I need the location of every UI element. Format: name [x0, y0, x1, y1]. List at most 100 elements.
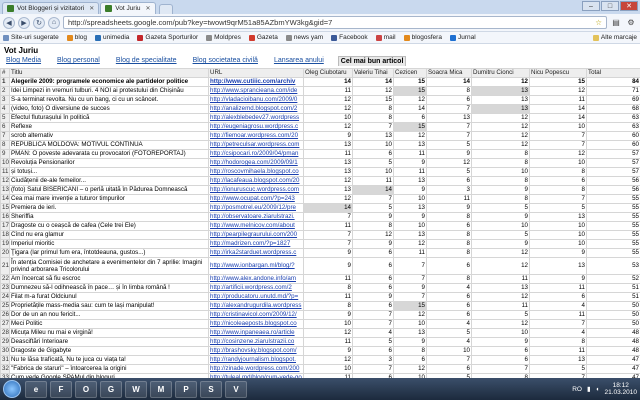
url-link[interactable]: http://petreculsar.wordpress.com — [208, 140, 304, 150]
url-link[interactable]: http://artificii.wordpress.com/2 — [208, 283, 304, 293]
sheet-tab[interactable]: Blog de specialitate — [114, 56, 179, 66]
taskbar-app-icon[interactable]: S — [200, 380, 222, 398]
maximize-icon[interactable]: □ — [601, 1, 619, 11]
url-link[interactable]: http://analizemd.blogspot.com/2 — [208, 104, 304, 114]
clock[interactable]: 18:12 21.03.2010 — [604, 382, 637, 396]
bookmark-item[interactable]: Moldpres — [206, 34, 241, 41]
close-tab-icon[interactable]: ✕ — [146, 5, 151, 12]
url-link[interactable]: http://www.inpaneaea.ro/article — [208, 328, 304, 338]
bookmark-item[interactable]: news yam — [285, 34, 323, 41]
minimize-icon[interactable]: – — [582, 1, 600, 11]
sheet-tab[interactable]: Blog personal — [55, 56, 102, 66]
sheet-tab[interactable]: Lansarea anului — [272, 56, 326, 66]
score-cell: 10 — [393, 319, 427, 329]
table-row: 14 Cea mai mare invenție a tuturor timpur… — [0, 194, 640, 204]
taskbar-app-icon[interactable]: G — [100, 380, 122, 398]
bookmark-item[interactable]: Gazeta Sporturilor — [137, 34, 198, 41]
bookmark-item[interactable]: mail — [375, 34, 396, 41]
url-link[interactable]: http://irka2starduet.wordpress.c — [208, 248, 304, 258]
language-indicator[interactable]: RO — [572, 386, 582, 393]
reload-icon[interactable]: ↻ — [33, 16, 45, 29]
bookmark-star-icon[interactable]: ☆ — [595, 18, 602, 27]
bookmark-item[interactable]: Facebook — [331, 34, 368, 41]
url-link[interactable]: http://madrizen.com/?p=1827 — [208, 239, 304, 249]
home-icon[interactable]: ⌂ — [48, 16, 60, 29]
sheet-tab[interactable]: Blog societatea civilă — [191, 56, 260, 66]
url-link[interactable]: http://ionuruscuc.wordpress.com — [208, 185, 304, 195]
sheet-tab[interactable]: Cel mai bun articol — [337, 56, 407, 66]
back-arrow-icon[interactable]: ◀ — [3, 16, 15, 29]
start-button[interactable] — [3, 380, 21, 398]
gazeta-icon — [137, 34, 144, 41]
taskbar-app-icon[interactable]: F — [50, 380, 72, 398]
url-link[interactable]: http://roscovmihaela.blogspot.co — [208, 167, 304, 177]
facebook-icon — [331, 34, 338, 41]
close-tab-icon[interactable]: ✕ — [89, 5, 94, 12]
url-link[interactable]: http://www.cutiiic.com/archiv — [208, 77, 304, 87]
taskbar-app-icon[interactable]: P — [175, 380, 197, 398]
url-link[interactable]: http://lacafeaua.blogspot.com/20 — [208, 176, 304, 186]
url-link[interactable]: http://hodorogea.com/2009/09/1 — [208, 158, 304, 168]
url-link[interactable]: http://observatoare.ziarulstrazi. — [208, 212, 304, 222]
score-cell: 6 — [426, 310, 472, 320]
score-cell: 8 — [529, 185, 587, 195]
score-cell: 12 — [303, 328, 353, 338]
volume-icon[interactable]: ◖ — [596, 386, 600, 393]
forward-arrow-icon[interactable]: ▶ — [18, 16, 30, 29]
column-header: # — [0, 68, 10, 78]
title-cell: Reflexe — [9, 122, 209, 132]
score-cell: 7 — [426, 104, 472, 114]
url-link[interactable]: http://www.ionbargan.ml/blog/? — [208, 257, 304, 275]
page-menu-icon[interactable]: ▤ — [610, 17, 622, 29]
url-link[interactable]: http://producatoru.unutd.md/?p= — [208, 292, 304, 302]
url-link[interactable]: http://www.melnicov.com/about — [208, 221, 304, 231]
score-cell: 5 — [426, 140, 472, 150]
score-cell: 7 — [393, 257, 427, 275]
url-link[interactable]: http://posmotrel.eu/2009/12/pre — [208, 203, 304, 213]
url-link[interactable]: http://nicoleaeposts.blogspot.co — [208, 319, 304, 329]
url-link[interactable]: http://alexandrugurdila.wordpress — [208, 301, 304, 311]
url-link[interactable]: http://alexblebedev27.wordpress — [208, 113, 304, 123]
bookmark-item[interactable]: Gazeta — [248, 34, 278, 41]
sheet-tab[interactable]: Blog Media — [4, 56, 43, 66]
score-cell: 6 — [393, 113, 427, 123]
close-window-icon[interactable]: ✕ — [620, 1, 638, 11]
url-link[interactable]: http://www.alex.andone.info/am — [208, 274, 304, 284]
taskbar-app-icon[interactable]: W — [125, 380, 147, 398]
url-link[interactable]: http://zinade.wordpress.com/200 — [208, 364, 304, 374]
url-link[interactable]: http://brashovsky.blogspot.com/ — [208, 346, 304, 356]
url-link[interactable]: http://eugeniagrosu.wordpress.c — [208, 122, 304, 132]
browser-tab-title: Vot Bloggeri și vizitatori — [17, 5, 85, 12]
wrench-icon[interactable]: ⚙ — [625, 17, 637, 29]
table-row: 27 Meci Politic http://nicoleaeposts.blogs… — [0, 319, 640, 329]
url-link[interactable]: http://cosinzene.ziarulstrazii.co — [208, 337, 304, 347]
taskbar-app-icon[interactable]: e — [25, 380, 47, 398]
score-cell: 9 — [471, 337, 530, 347]
network-icon[interactable]: ▮ — [587, 385, 591, 393]
bookmark-item[interactable]: Jurnal — [449, 34, 476, 41]
url-link[interactable]: http://pearpilegraurului.com/200 — [208, 230, 304, 240]
url-link[interactable]: http://fiemoar.wordpress.com/20 — [208, 131, 304, 141]
taskbar-app-icon[interactable]: M — [150, 380, 172, 398]
url-link[interactable]: http://www.sprancieana.com/ide — [208, 86, 304, 96]
taskbar-app-icon[interactable]: O — [75, 380, 97, 398]
row-number: 30 — [0, 346, 10, 356]
taskbar-app-icon[interactable]: V — [225, 380, 247, 398]
table-row: 11 și totuși... http://roscovmihaela.blogs… — [0, 167, 640, 177]
browser-tab-1[interactable]: Vot Bloggeri și vizitatori ✕ — [2, 2, 100, 14]
address-bar[interactable]: http://spreadsheets.google.com/pub?key=t… — [63, 16, 607, 29]
url-link[interactable]: http://cristinavicol.com/2009/12/ — [208, 310, 304, 320]
other-bookmarks[interactable]: Alte marcaje — [592, 34, 637, 41]
url-link[interactable]: http://www.ocupat.com/?p=243 — [208, 194, 304, 204]
bookmark-item[interactable]: blog — [66, 34, 87, 41]
url-link[interactable]: http://vladacioibanu.com/2009/0 — [208, 95, 304, 105]
score-cell: 15 — [352, 95, 394, 105]
url-link[interactable]: http://randyjournalism.blogspot. — [208, 355, 304, 365]
url-link[interactable]: http://csipocari.ro/2009/04/pman — [208, 149, 304, 159]
bookmark-item[interactable]: unimedia — [95, 34, 129, 41]
bookmark-item[interactable]: Site-uri sugerate — [3, 34, 59, 41]
browser-tab-2[interactable]: Vot Juriu ✕ — [100, 2, 156, 14]
score-cell: 10 — [471, 167, 530, 177]
new-tab-button[interactable] — [158, 4, 173, 14]
bookmark-item[interactable]: blogosfera — [403, 34, 442, 41]
